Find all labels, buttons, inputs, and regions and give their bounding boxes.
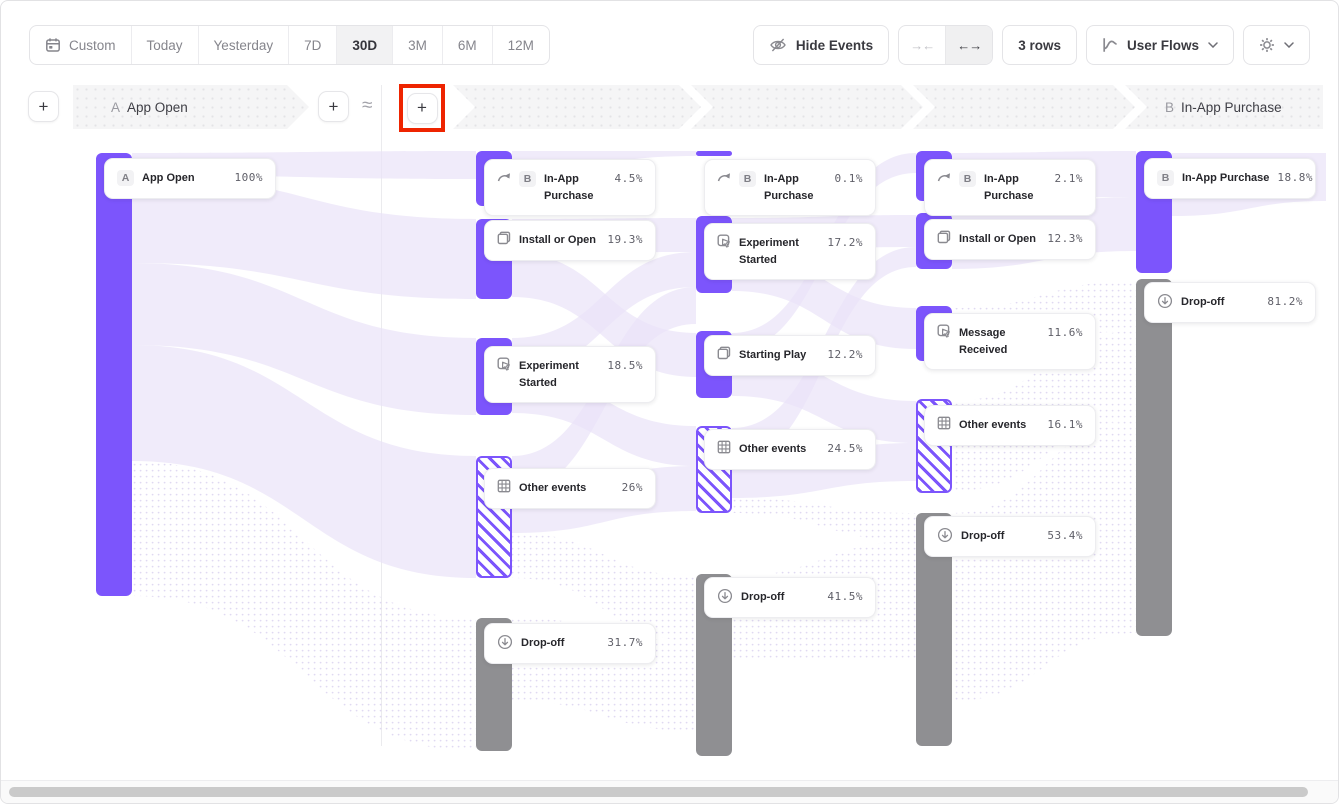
- node-label: In-App Purchase: [764, 171, 827, 204]
- node-label: Drop-off: [961, 528, 1039, 545]
- flow-node-card-app-open[interactable]: A App Open 100%: [104, 158, 276, 199]
- node-label: In-App Purchase: [984, 171, 1047, 204]
- node-label: Drop-off: [741, 589, 819, 606]
- node-pct: 26%: [622, 480, 643, 494]
- scrollbar-thumb[interactable]: [9, 787, 1308, 797]
- overlapping-squares-icon: [937, 230, 951, 244]
- flow-node-card-drop-off[interactable]: Drop-off 31.7%: [484, 623, 656, 664]
- node-pct: 16.1%: [1047, 417, 1083, 431]
- flow-node-card-install-or-open[interactable]: Install or Open 12.3%: [924, 219, 1096, 260]
- flow-node-card-experiment-started[interactable]: Experiment Started 18.5%: [484, 346, 656, 403]
- pointer-click-icon: [497, 357, 511, 371]
- circle-down-arrow-icon: [937, 527, 953, 543]
- node-label: Message Received: [959, 325, 1039, 358]
- horizontal-scrollbar: [1, 780, 1338, 803]
- node-pct: 18.5%: [607, 358, 643, 372]
- node-label: App Open: [142, 170, 227, 187]
- node-pct: 24.5%: [827, 441, 863, 455]
- node-pct: 17.2%: [827, 235, 863, 249]
- flow-node-card-in-app-purchase[interactable]: B In-App Purchase 4.5%: [484, 159, 656, 216]
- node-pct: 31.7%: [607, 635, 643, 649]
- flow-node-card-install-or-open[interactable]: Install or Open 19.3%: [484, 220, 656, 261]
- curved-arrow-icon: [497, 170, 511, 184]
- flow-node-card-in-app-purchase-final[interactable]: B In-App Purchase 18.8%: [1144, 158, 1316, 199]
- grid-icon: [937, 416, 951, 430]
- node-label: Drop-off: [1181, 294, 1259, 311]
- overlapping-squares-icon: [717, 346, 731, 360]
- circle-down-arrow-icon: [717, 588, 733, 604]
- flow-node-card-in-app-purchase[interactable]: B In-App Purchase 2.1%: [924, 159, 1096, 216]
- user-flows-report: Custom Today Yesterday 7D 30D 3M 6M 12M …: [0, 0, 1339, 804]
- curved-arrow-icon: [717, 170, 731, 184]
- grid-icon: [497, 479, 511, 493]
- circle-down-arrow-icon: [497, 634, 513, 650]
- event-badge-b: B: [739, 171, 756, 187]
- node-pct: 0.1%: [835, 171, 864, 185]
- flow-node-card-message-received[interactable]: Message Received 11.6%: [924, 313, 1096, 370]
- node-label: In-App Purchase: [1182, 170, 1269, 187]
- flow-node-card-other-events[interactable]: Other events 26%: [484, 468, 656, 509]
- node-pct: 11.6%: [1047, 325, 1083, 339]
- node-label: Starting Play: [739, 347, 819, 364]
- node-pct: 12.3%: [1047, 231, 1083, 245]
- node-label: Other events: [519, 480, 614, 497]
- flow-bar-drop-off-5[interactable]: [1136, 279, 1172, 636]
- node-pct: 4.5%: [615, 171, 644, 185]
- node-label: Drop-off: [521, 635, 599, 652]
- circle-down-arrow-icon: [1157, 293, 1173, 309]
- flow-node-card-drop-off[interactable]: Drop-off 53.4%: [924, 516, 1096, 557]
- node-label: Experiment Started: [519, 358, 599, 391]
- node-label: In-App Purchase: [544, 171, 607, 204]
- pointer-click-icon: [937, 324, 951, 338]
- grid-icon: [717, 440, 731, 454]
- flow-node-card-other-events[interactable]: Other events 16.1%: [924, 405, 1096, 446]
- node-label: Experiment Started: [739, 235, 819, 268]
- flow-bar-app-open[interactable]: [96, 153, 132, 596]
- overlapping-squares-icon: [497, 231, 511, 245]
- node-pct: 81.2%: [1267, 294, 1303, 308]
- event-badge-b: B: [959, 171, 976, 187]
- event-badge-b: B: [1157, 170, 1174, 186]
- pointer-click-icon: [717, 234, 731, 248]
- event-badge-a: A: [117, 170, 134, 186]
- flow-node-card-starting-play[interactable]: Starting Play 12.2%: [704, 335, 876, 376]
- flow-node-card-drop-off-final[interactable]: Drop-off 81.2%: [1144, 282, 1316, 323]
- node-pct: 2.1%: [1055, 171, 1084, 185]
- node-label: Other events: [739, 441, 819, 458]
- node-pct: 18.8%: [1277, 170, 1313, 184]
- node-label: Install or Open: [519, 232, 599, 249]
- curved-arrow-icon: [937, 170, 951, 184]
- flow-ribbon: [732, 498, 916, 541]
- flow-node-card-other-events[interactable]: Other events 24.5%: [704, 429, 876, 470]
- node-label: Install or Open: [959, 231, 1039, 248]
- flow-node-card-experiment-started[interactable]: Experiment Started 17.2%: [704, 223, 876, 280]
- node-label: Other events: [959, 417, 1039, 434]
- flow-bar-in-app-purchase-3[interactable]: [696, 151, 732, 156]
- node-pct: 12.2%: [827, 347, 863, 361]
- node-pct: 100%: [235, 170, 264, 184]
- node-pct: 19.3%: [607, 232, 643, 246]
- flow-node-card-drop-off[interactable]: Drop-off 41.5%: [704, 577, 876, 618]
- sankey-canvas: A App Open 100% B In-App Purchase 4.5% I…: [1, 1, 1338, 803]
- event-badge-b: B: [519, 171, 536, 187]
- node-pct: 53.4%: [1047, 528, 1083, 542]
- node-pct: 41.5%: [827, 589, 863, 603]
- flow-node-card-in-app-purchase[interactable]: B In-App Purchase 0.1%: [704, 159, 876, 216]
